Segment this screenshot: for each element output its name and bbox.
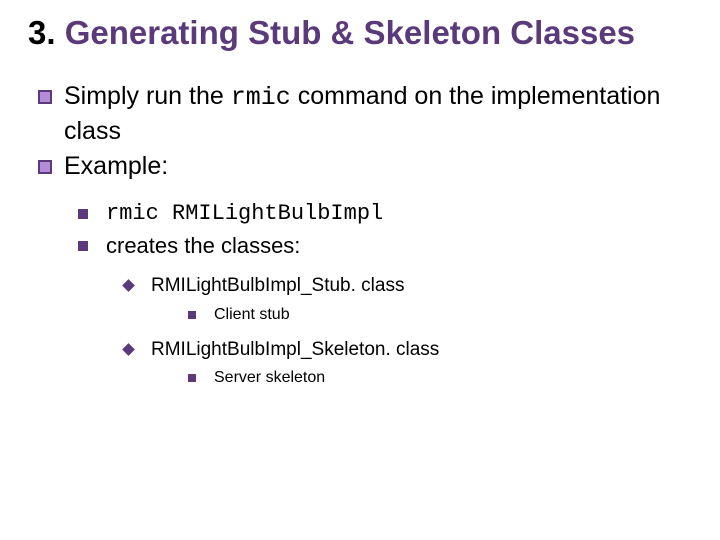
level1-text: Simply run the rmic command on the imple… xyxy=(64,80,700,149)
level2-list: rmic RMILightBulbImpl creates the classe… xyxy=(78,198,700,262)
level4-item: Client stub xyxy=(188,304,700,326)
level4-list: Client stub xyxy=(188,304,700,326)
level4-list: Server skeleton xyxy=(188,367,700,389)
level3-item: RMILightBulbImpl_Skeleton. class xyxy=(124,336,700,364)
level3-list: RMILightBulbImpl_Stub. class xyxy=(124,272,700,300)
level2-text: creates the classes: xyxy=(106,230,300,262)
diamond-small-bullet-icon xyxy=(122,343,135,356)
diamond-bullet-icon xyxy=(38,160,52,174)
level2-text: rmic RMILightBulbImpl xyxy=(106,198,383,230)
square-small-bullet-icon xyxy=(188,374,196,382)
slide: 3. Generating Stub & Skeleton Classes Si… xyxy=(0,0,720,540)
title-number: 3. xyxy=(28,14,56,51)
square-small-bullet-icon xyxy=(188,311,196,319)
level2-item: creates the classes: xyxy=(78,230,700,262)
title-text: Generating Stub & Skeleton Classes xyxy=(65,14,635,51)
slide-title: 3. Generating Stub & Skeleton Classes xyxy=(28,14,700,52)
level1-item: Example: xyxy=(38,150,700,184)
level2-item: rmic RMILightBulbImpl xyxy=(78,198,700,230)
level4-text: Client stub xyxy=(214,304,290,326)
square-bullet-icon xyxy=(78,209,88,219)
level1-item: Simply run the rmic command on the imple… xyxy=(38,80,700,149)
level1-text: Example: xyxy=(64,150,168,184)
level3-text: RMILightBulbImpl_Skeleton. class xyxy=(151,336,439,364)
diamond-bullet-icon xyxy=(38,90,52,104)
diamond-small-bullet-icon xyxy=(122,279,135,292)
level3-list: RMILightBulbImpl_Skeleton. class xyxy=(124,336,700,364)
square-bullet-icon xyxy=(78,241,88,251)
level3-text: RMILightBulbImpl_Stub. class xyxy=(151,272,404,300)
level4-text: Server skeleton xyxy=(214,367,325,389)
level4-item: Server skeleton xyxy=(188,367,700,389)
level1-list: Simply run the rmic command on the imple… xyxy=(38,80,700,184)
level3-item: RMILightBulbImpl_Stub. class xyxy=(124,272,700,300)
